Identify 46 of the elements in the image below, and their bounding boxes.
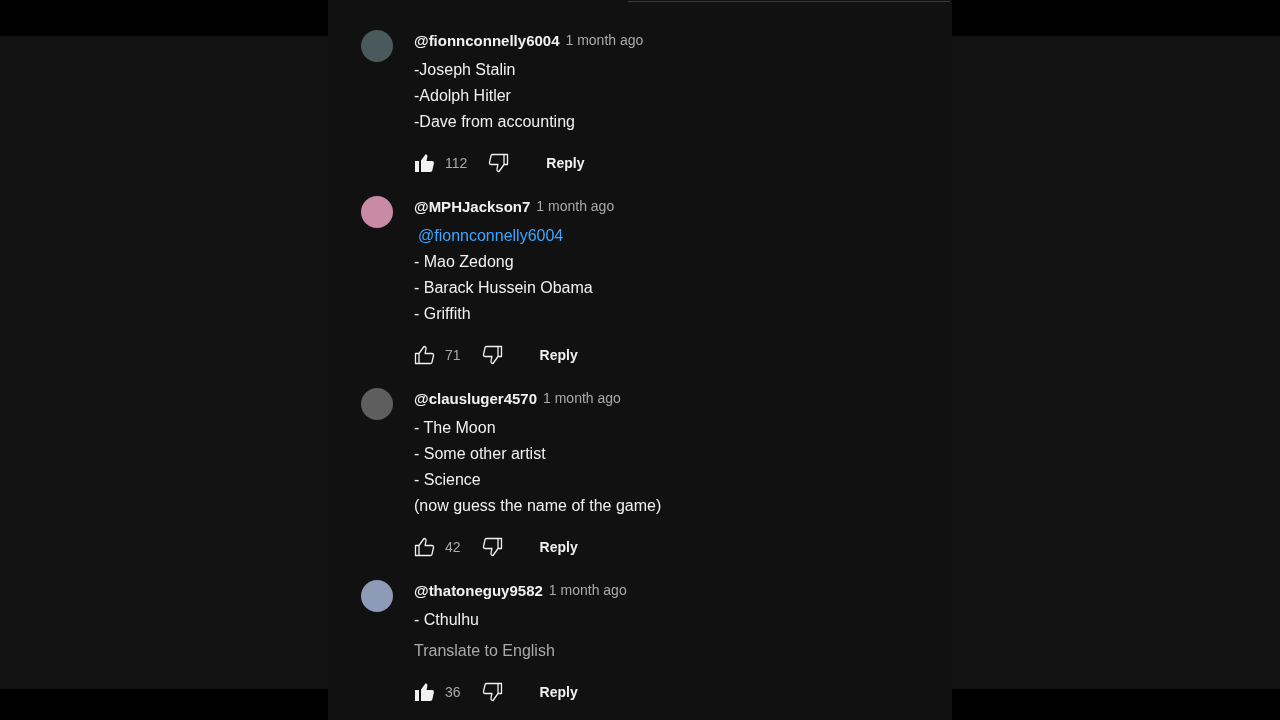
comment-author[interactable]: @MPHJackson7: [414, 197, 531, 215]
avatar[interactable]: [361, 196, 393, 228]
reply-button[interactable]: Reply: [523, 531, 594, 563]
like-count: 71: [445, 347, 461, 363]
reply-button[interactable]: Reply: [523, 676, 594, 708]
comment-text: -Joseph Stalin: [414, 60, 517, 80]
like-count: 112: [445, 155, 468, 171]
translate-link[interactable]: Translate to English: [414, 638, 627, 664]
reply-button[interactable]: Reply: [523, 339, 594, 371]
dislike-button[interactable]: [480, 680, 505, 704]
thumbs-down-icon: [480, 680, 505, 704]
like-button[interactable]: [412, 151, 436, 175]
mention-link[interactable]: @fionnconnelly6004: [414, 227, 564, 244]
comment-text: - Griffith: [414, 304, 472, 324]
comment-text: -Dave from accounting: [414, 112, 576, 132]
dislike-button[interactable]: [480, 343, 505, 367]
comment-text: - Some other artist: [414, 444, 547, 464]
thumbs-up-icon: [412, 343, 436, 367]
comment-text: - Mao Zedong: [414, 252, 515, 272]
comment-text: -Adolph Hitler: [414, 86, 512, 106]
like-button[interactable]: [412, 680, 436, 704]
comment-text: - Barack Hussein Obama: [414, 278, 594, 298]
comment-text: - Cthulhu: [414, 610, 480, 630]
comment-time[interactable]: 1 month ago: [536, 198, 615, 214]
thumbs-up-icon: [412, 535, 436, 559]
dislike-button[interactable]: [480, 535, 505, 559]
comment-text: (now guess the name of the game): [414, 496, 662, 516]
thumbs-up-icon: [412, 680, 436, 704]
like-count: 42: [445, 539, 461, 555]
like-button[interactable]: [412, 343, 436, 367]
like-count: 36: [445, 684, 461, 700]
avatar[interactable]: [361, 580, 393, 612]
comment-text: - Science: [414, 470, 482, 490]
comment-author[interactable]: @fionnconnelly6004: [414, 31, 560, 49]
like-button[interactable]: [412, 535, 436, 559]
comment-author[interactable]: @clausluger4570: [414, 389, 538, 407]
thumbs-down-icon: [480, 343, 505, 367]
thumbs-up-icon: [412, 151, 436, 175]
comment-time[interactable]: 1 month ago: [565, 32, 644, 48]
comment-text: - The Moon: [414, 418, 497, 438]
comment-time[interactable]: 1 month ago: [548, 582, 627, 598]
avatar[interactable]: [361, 388, 393, 420]
comment-author[interactable]: @thatoneguy9582: [414, 581, 543, 599]
reply-button[interactable]: Reply: [530, 147, 601, 179]
thumbs-down-icon: [480, 535, 505, 559]
comment-time[interactable]: 1 month ago: [543, 390, 621, 406]
